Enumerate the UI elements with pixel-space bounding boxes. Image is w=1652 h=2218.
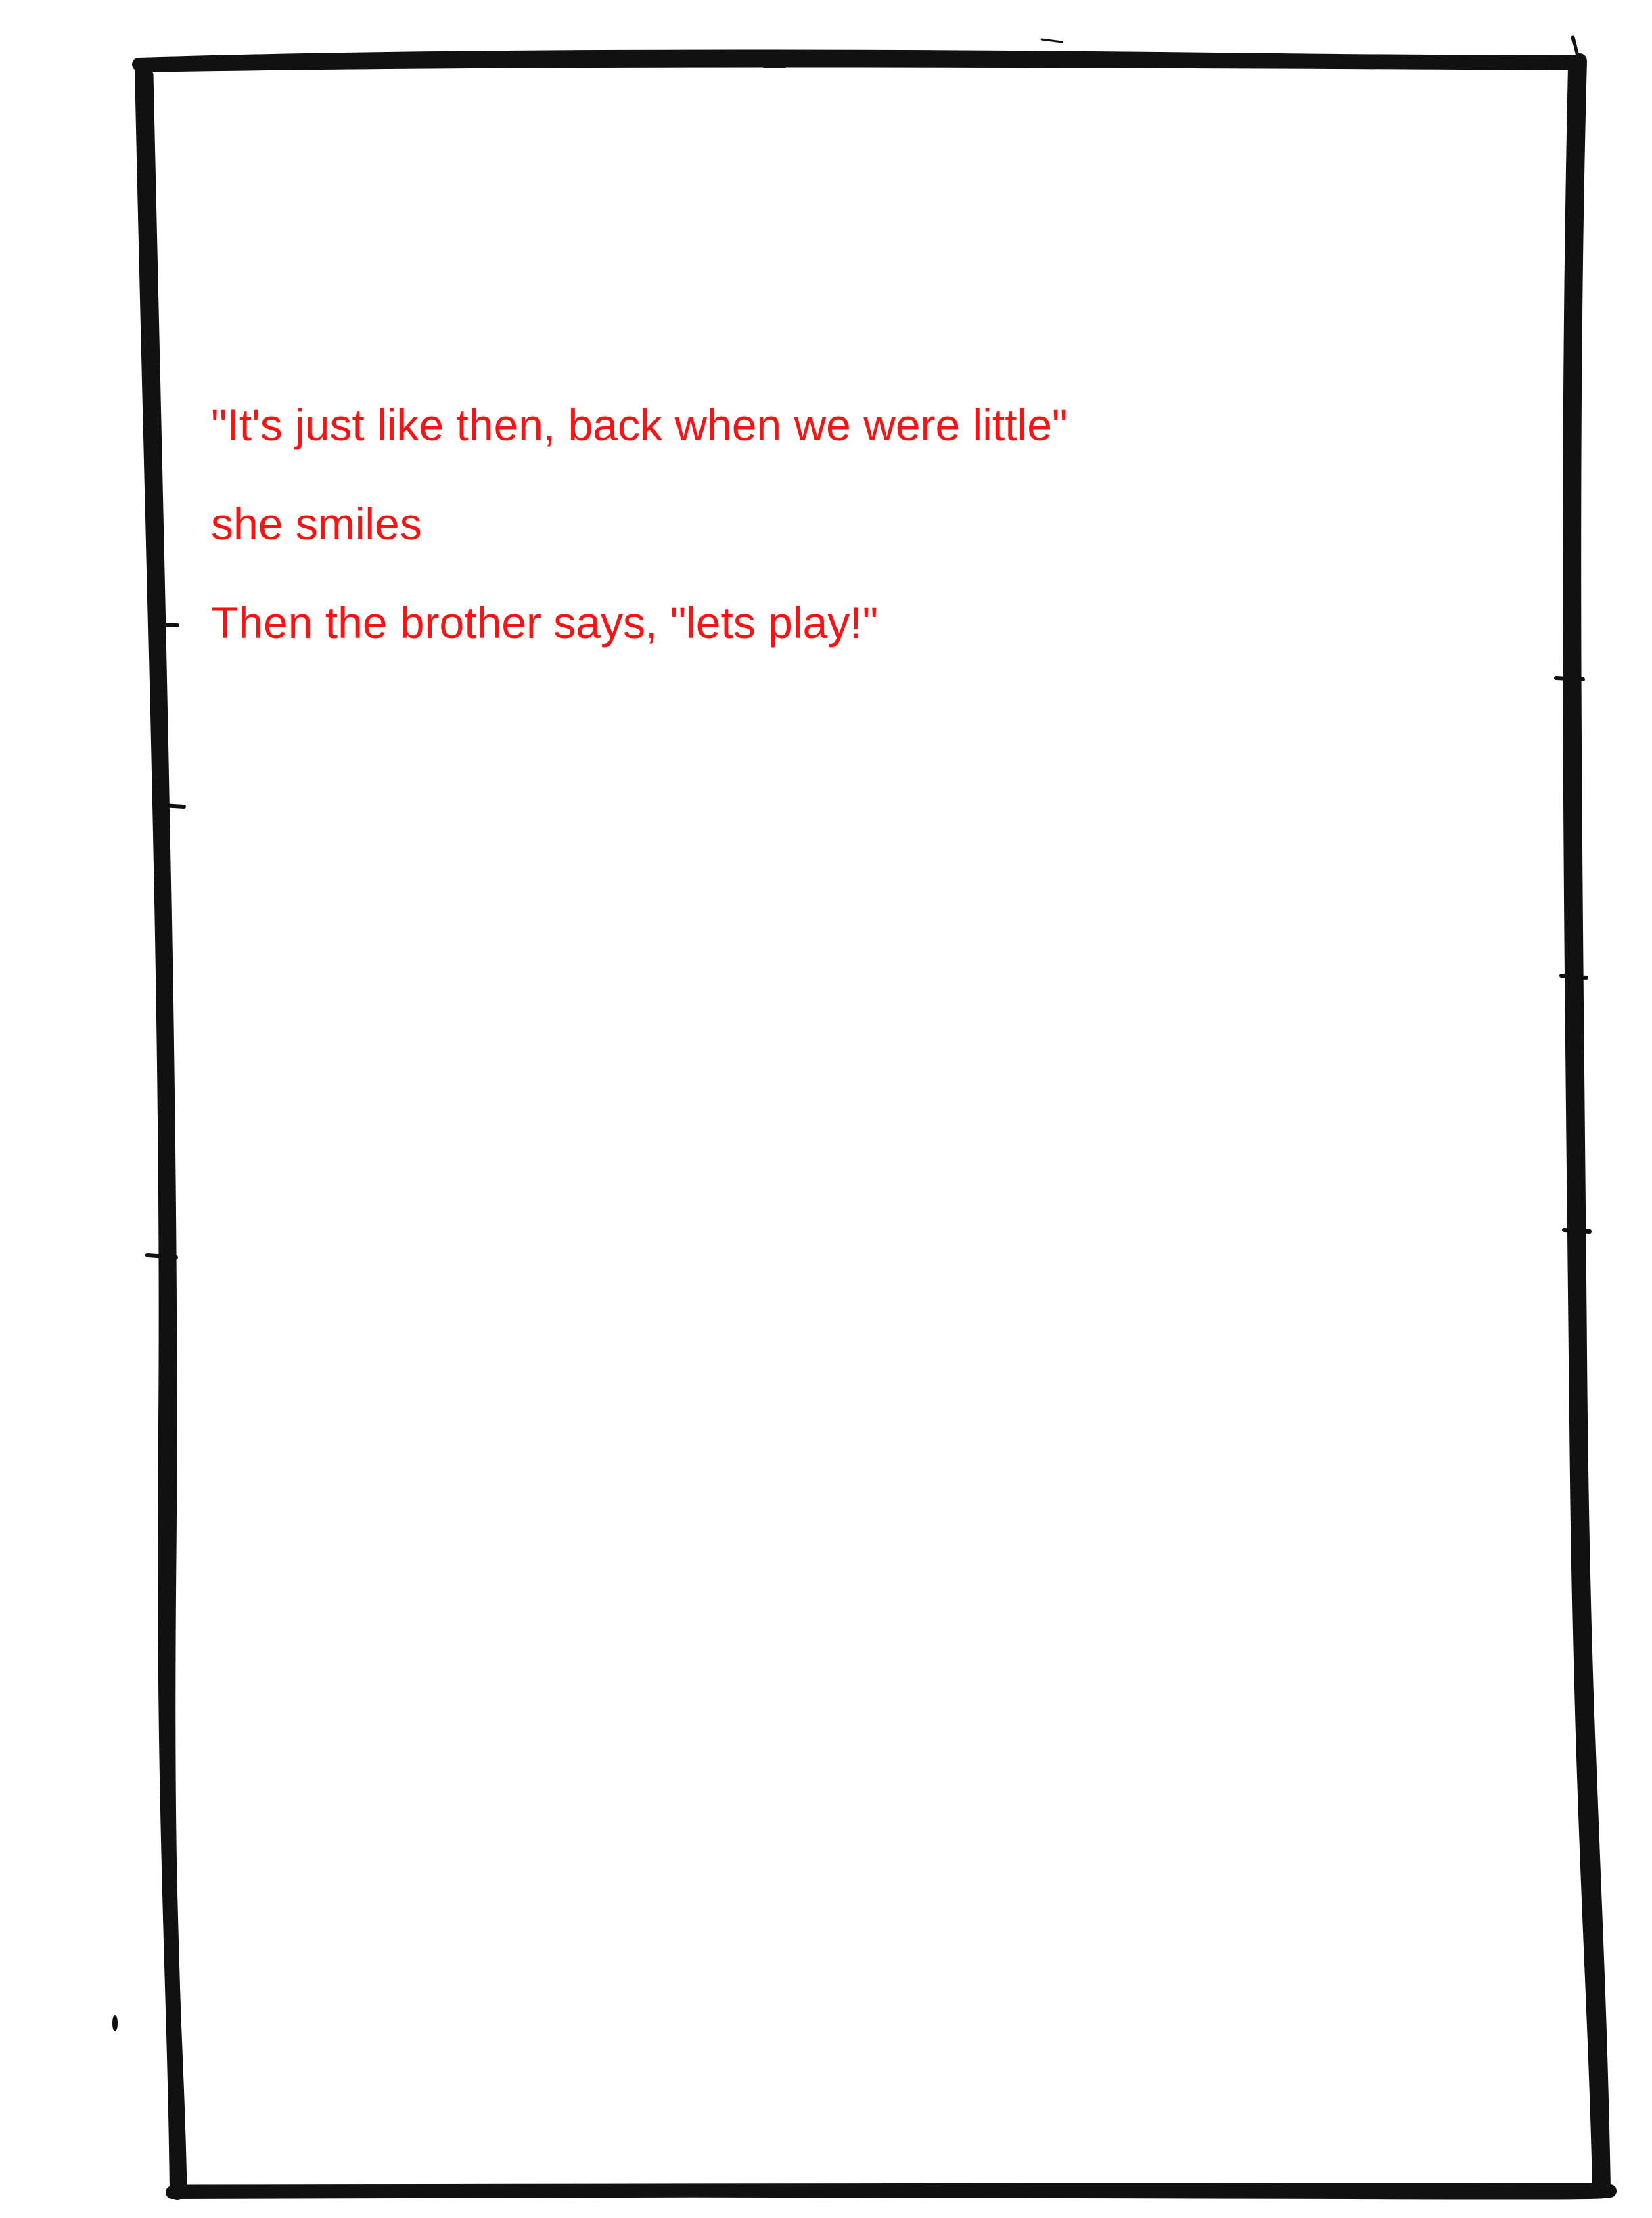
caption-line-1: "It's just like then, back when we were … bbox=[211, 400, 1068, 450]
ink-dot bbox=[112, 2015, 118, 2031]
caption-line-2: she smiles bbox=[211, 499, 422, 549]
border-bottom-stroke bbox=[166, 2183, 1617, 2200]
caption-text-block: "It's just like then, back when we were … bbox=[211, 399, 1496, 696]
border-right-stroke bbox=[1566, 53, 1611, 2196]
hand-drawn-panel-border bbox=[0, 0, 1652, 2218]
caption-line-3: Then the brother says, "lets play!" bbox=[211, 597, 879, 648]
